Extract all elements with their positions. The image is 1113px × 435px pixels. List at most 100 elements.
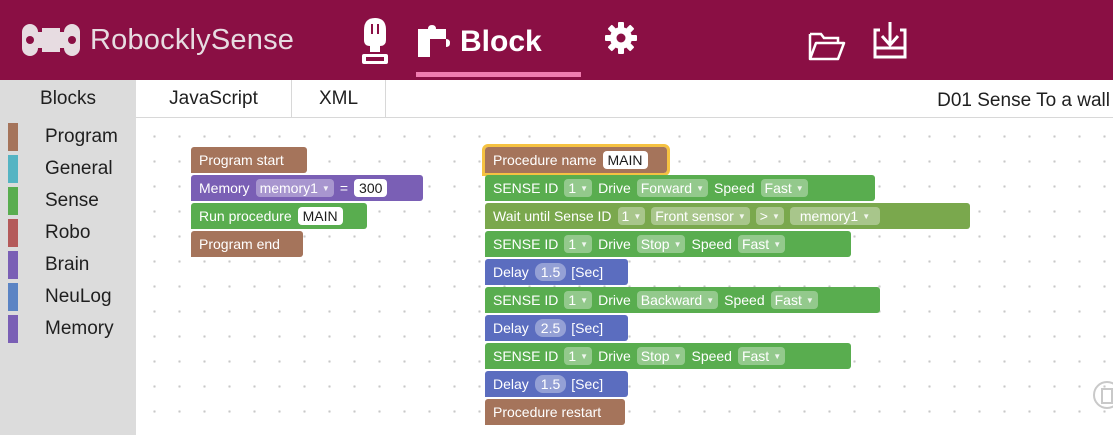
dropdown-value: Fast — [741, 236, 770, 252]
sense-id-dropdown[interactable]: 1 ▼ — [564, 179, 593, 197]
category-brain[interactable]: Brain — [8, 251, 136, 279]
dropdown-arrow-icon: ▼ — [673, 351, 682, 361]
robot-icon[interactable] — [358, 16, 392, 66]
gear-icon[interactable] — [605, 22, 637, 54]
category-color-swatch — [8, 187, 18, 215]
category-color-swatch — [8, 123, 18, 151]
category-robo[interactable]: Robo — [8, 219, 136, 247]
category-sense[interactable]: Sense — [8, 187, 136, 215]
program-end-block[interactable]: Program end — [191, 231, 303, 257]
sense-drive-block-4[interactable]: SENSE ID 1 ▼ Drive Stop ▼ Speed Fast ▼ — [485, 343, 851, 369]
sensor-dropdown[interactable]: Front sensor ▼ — [651, 207, 750, 225]
category-color-swatch — [8, 315, 18, 343]
drive-dropdown[interactable]: Stop ▼ — [636, 235, 686, 253]
procedure-name-block[interactable]: Procedure name MAIN — [482, 144, 670, 176]
speed-dropdown[interactable]: Fast ▼ — [737, 235, 786, 253]
block-label: Memory — [199, 180, 250, 196]
dropdown-value: 1 — [568, 236, 577, 252]
block-label: SENSE ID — [493, 348, 559, 364]
dropdown-arrow-icon: ▼ — [580, 295, 589, 305]
tab-xml[interactable]: XML — [292, 80, 386, 118]
project-title: D01 Sense To a wall — [937, 90, 1110, 111]
drive-label: Drive — [598, 292, 631, 308]
dropdown-arrow-icon: ▼ — [795, 183, 804, 193]
app-header: RobocklySense Block — [0, 0, 1113, 80]
memory-variable-dropdown[interactable]: memory1 ▼ — [255, 179, 334, 197]
trash-can-icon[interactable] — [1092, 375, 1113, 415]
category-program[interactable]: Program — [8, 123, 136, 151]
run-procedure-block[interactable]: Run procedure MAIN — [191, 203, 367, 229]
dropdown-value: 1 — [568, 348, 577, 364]
dropdown-value: 1 — [568, 180, 577, 196]
category-color-swatch — [8, 155, 18, 183]
category-general[interactable]: General — [8, 155, 136, 183]
procedure-restart-block[interactable]: Procedure restart — [485, 399, 625, 425]
dropdown-arrow-icon: ▼ — [580, 239, 589, 249]
delay-seconds-field[interactable]: 2.5 — [534, 319, 567, 337]
dropdown-arrow-icon: ▼ — [580, 351, 589, 361]
category-memory[interactable]: Memory — [8, 315, 136, 343]
wait-until-block[interactable]: Wait until Sense ID 1 ▼ Front sensor ▼ > ▼ … — [485, 203, 970, 229]
dropdown-arrow-icon: ▼ — [737, 211, 746, 221]
dropdown-arrow-icon: ▼ — [696, 183, 705, 193]
category-label: Robo — [45, 222, 91, 243]
dropdown-arrow-icon: ▼ — [773, 239, 782, 249]
delay-block-2[interactable]: Delay 2.5 [Sec] — [485, 315, 628, 341]
speed-dropdown[interactable]: Fast ▼ — [737, 347, 786, 365]
speed-dropdown[interactable]: Fast ▼ — [770, 291, 818, 309]
operator-dropdown[interactable]: > ▼ — [755, 207, 784, 225]
block-label: Program start — [199, 152, 284, 168]
sense-drive-block-3[interactable]: SENSE ID 1 ▼ Drive Backward ▼ Speed Fast ▼ — [485, 287, 880, 313]
tab-javascript[interactable]: JavaScript — [136, 80, 292, 118]
memory-set-block[interactable]: Memory memory1 ▼ = 300 — [191, 175, 423, 201]
program-start-block[interactable]: Program start — [191, 147, 307, 173]
drive-dropdown[interactable]: Forward ▼ — [636, 179, 709, 197]
speed-label: Speed — [691, 348, 732, 364]
delay-seconds-field[interactable]: 1.5 — [534, 375, 567, 393]
equals-label: = — [339, 180, 349, 196]
seconds-unit-label: [Sec] — [571, 320, 604, 336]
folder-icon[interactable] — [808, 30, 846, 62]
block-tab-label: Block — [460, 25, 542, 58]
category-label: Program — [45, 126, 118, 147]
speed-dropdown[interactable]: Fast ▼ — [760, 179, 808, 197]
delay-block-1[interactable]: Delay 1.5 [Sec] — [485, 259, 628, 285]
speed-label: Speed — [714, 180, 755, 196]
sense-drive-block-2[interactable]: SENSE ID 1 ▼ Drive Stop ▼ Speed Fast ▼ — [485, 231, 851, 257]
download-icon[interactable] — [872, 20, 908, 60]
sense-drive-block-1[interactable]: SENSE ID 1 ▼ Drive Forward ▼ Speed Fast ▼ — [485, 175, 875, 201]
memory-variable-dropdown[interactable]: memory1 ▼ — [789, 207, 881, 225]
category-neulog[interactable]: NeuLog — [8, 283, 136, 311]
sense-id-dropdown[interactable]: 1 ▼ — [617, 207, 646, 225]
dropdown-value: 1 — [568, 292, 577, 308]
dropdown-value: 1 — [621, 208, 630, 224]
drive-label: Drive — [598, 236, 631, 252]
drive-dropdown[interactable]: Stop ▼ — [636, 347, 686, 365]
category-label: General — [45, 158, 113, 179]
category-label: Brain — [45, 254, 90, 275]
tab-blocks[interactable]: Blocks — [0, 80, 136, 118]
category-label: NeuLog — [45, 286, 112, 307]
delay-seconds-field[interactable]: 1.5 — [534, 263, 567, 281]
category-color-swatch — [8, 251, 18, 279]
blocks-toolbox: Program General Sense Robo Brain NeuLog … — [0, 118, 136, 435]
delay-block-3[interactable]: Delay 1.5 [Sec] — [485, 371, 628, 397]
editor-tab-bar: Blocks JavaScript XML D01 Sense To a wal… — [0, 80, 1113, 118]
drive-label: Drive — [598, 180, 631, 196]
procedure-name-field[interactable]: MAIN — [297, 207, 343, 225]
block-tab[interactable]: Block — [416, 14, 542, 70]
sense-id-dropdown[interactable]: 1 ▼ — [564, 291, 593, 309]
dropdown-value: memory1 — [259, 180, 318, 196]
sense-id-dropdown[interactable]: 1 ▼ — [564, 347, 593, 365]
blocks-workspace[interactable]: Program start Memory memory1 ▼ = 300 Run … — [136, 118, 1113, 435]
memory-value-field[interactable]: 300 — [354, 179, 388, 197]
drive-dropdown[interactable]: Backward ▼ — [636, 291, 719, 309]
dropdown-value: Fast — [764, 180, 792, 196]
puzzle-icon — [418, 25, 450, 57]
seconds-unit-label: [Sec] — [571, 264, 604, 280]
dropdown-value: Fast — [774, 292, 802, 308]
active-tab-indicator — [416, 72, 581, 77]
sense-id-dropdown[interactable]: 1 ▼ — [564, 235, 593, 253]
procedure-name-field[interactable]: MAIN — [602, 151, 648, 169]
block-label: SENSE ID — [493, 180, 559, 196]
